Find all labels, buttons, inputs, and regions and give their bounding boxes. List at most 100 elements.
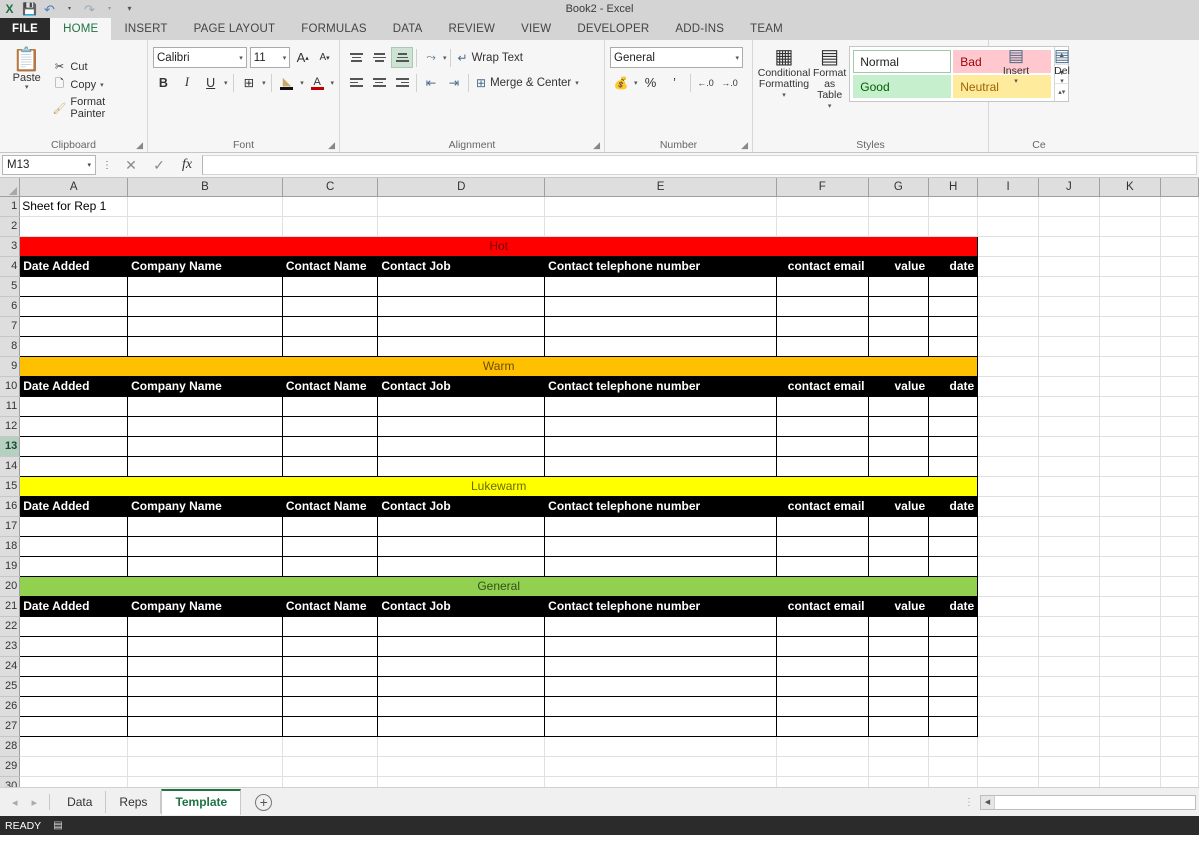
table-data-cell[interactable] — [544, 695, 777, 717]
table-data-cell[interactable] — [928, 535, 979, 557]
table-data-cell[interactable] — [377, 515, 546, 537]
table-data-cell[interactable] — [127, 395, 283, 417]
cell[interactable] — [1160, 556, 1199, 577]
table-data-cell[interactable] — [127, 675, 283, 697]
cell[interactable] — [282, 216, 379, 237]
table-data-cell[interactable] — [377, 635, 546, 657]
underline-button[interactable]: U — [200, 72, 221, 93]
table-data-cell[interactable] — [281, 715, 379, 737]
table-data-cell[interactable] — [867, 615, 930, 637]
table-data-cell[interactable] — [867, 715, 930, 737]
add-sheet-icon[interactable]: + — [255, 793, 273, 811]
table-data-cell[interactable] — [281, 675, 379, 697]
table-header-company-name[interactable]: Company Name — [127, 376, 283, 397]
paste-button[interactable]: 📋 Paste ▾ — [5, 43, 48, 137]
column-header-f[interactable]: F — [776, 178, 869, 197]
accounting-format-button[interactable]: 💰 — [610, 72, 632, 93]
table-data-cell[interactable] — [127, 555, 283, 577]
orientation-button[interactable]: ⤳ — [420, 47, 442, 68]
cell[interactable] — [1038, 456, 1100, 477]
cell[interactable] — [977, 236, 1039, 257]
tab-file[interactable]: FILE — [0, 18, 51, 40]
cell[interactable] — [282, 756, 379, 777]
table-header-contact-job[interactable]: Contact Job — [377, 376, 546, 397]
chevron-down-icon[interactable]: ▾ — [25, 83, 29, 91]
cell[interactable] — [1038, 356, 1100, 377]
cell[interactable] — [127, 736, 283, 757]
cell[interactable] — [1038, 276, 1100, 297]
cell[interactable] — [1160, 296, 1199, 317]
sheet-tab-template[interactable]: Template — [161, 789, 242, 815]
cell[interactable] — [1038, 756, 1100, 777]
cell[interactable] — [1099, 316, 1161, 337]
section-band-warm[interactable]: Warm — [19, 355, 979, 377]
tab-add-ins[interactable]: ADD-INS — [662, 18, 737, 40]
table-header-contact-email[interactable]: contact email — [776, 596, 869, 617]
table-data-cell[interactable] — [377, 675, 546, 697]
row-header-20[interactable]: 20 — [0, 576, 21, 597]
row-header-30[interactable]: 30 — [0, 776, 21, 787]
table-data-cell[interactable] — [775, 555, 869, 577]
table-data-cell[interactable] — [281, 415, 379, 437]
cell[interactable] — [377, 756, 546, 777]
cell[interactable] — [1038, 496, 1100, 517]
cell[interactable] — [1160, 536, 1199, 557]
table-data-cell[interactable] — [544, 635, 777, 657]
cell[interactable] — [1099, 516, 1161, 537]
cell[interactable] — [977, 656, 1039, 677]
table-data-cell[interactable] — [19, 315, 129, 337]
cell[interactable] — [928, 776, 979, 787]
cell[interactable] — [1160, 656, 1199, 677]
table-data-cell[interactable] — [775, 515, 869, 537]
cell[interactable] — [1038, 716, 1100, 737]
table-data-cell[interactable] — [377, 715, 546, 737]
insert-function-button[interactable]: fx — [174, 157, 200, 173]
tab-data[interactable]: DATA — [380, 18, 436, 40]
column-header-g[interactable]: G — [868, 178, 930, 197]
table-data-cell[interactable] — [281, 655, 379, 677]
cell[interactable] — [977, 696, 1039, 717]
number-format-combobox[interactable]: General ▾ — [610, 47, 743, 68]
increase-decimal-button[interactable]: ←.0 — [695, 72, 717, 93]
font-color-button[interactable]: A — [307, 72, 328, 93]
cell[interactable] — [1160, 276, 1199, 297]
cell[interactable] — [1099, 736, 1161, 757]
table-data-cell[interactable] — [19, 335, 129, 357]
table-data-cell[interactable] — [928, 295, 979, 317]
next-sheet-icon[interactable]: ▸ — [32, 796, 38, 809]
conditional-formatting-button[interactable]: ▦ Conditional Formatting ▾ — [758, 46, 811, 101]
table-data-cell[interactable] — [127, 615, 283, 637]
table-data-cell[interactable] — [775, 635, 869, 657]
table-header-contact-email[interactable]: contact email — [776, 496, 869, 517]
row-header-2[interactable]: 2 — [0, 216, 21, 237]
row-header-13[interactable]: 13 — [0, 436, 21, 457]
table-header-value[interactable]: value — [868, 376, 930, 397]
table-data-cell[interactable] — [775, 315, 869, 337]
cell[interactable] — [776, 736, 869, 757]
cell-style-good[interactable]: Good — [853, 75, 952, 98]
clipboard-dialog-launcher-icon[interactable]: ◢ — [136, 140, 143, 151]
cell[interactable] — [1099, 636, 1161, 657]
cell[interactable] — [1160, 676, 1199, 697]
cell[interactable] — [1099, 536, 1161, 557]
bold-button[interactable]: B — [153, 72, 174, 93]
chevron-down-icon[interactable]: ▾ — [87, 161, 91, 169]
tab-team[interactable]: TEAM — [737, 18, 796, 40]
table-data-cell[interactable] — [544, 315, 777, 337]
row-header-12[interactable]: 12 — [0, 416, 21, 437]
fill-color-dropdown-icon[interactable]: ▾ — [300, 79, 304, 87]
cell[interactable] — [977, 396, 1039, 417]
cell[interactable] — [19, 776, 129, 787]
cell[interactable] — [1038, 636, 1100, 657]
row-header-15[interactable]: 15 — [0, 476, 21, 497]
table-data-cell[interactable] — [544, 455, 777, 477]
table-data-cell[interactable] — [867, 335, 930, 357]
table-data-cell[interactable] — [867, 655, 930, 677]
cell[interactable] — [1038, 336, 1100, 357]
align-right-button[interactable] — [391, 72, 413, 93]
cell[interactable] — [1160, 776, 1199, 787]
table-data-cell[interactable] — [928, 655, 979, 677]
row-header-7[interactable]: 7 — [0, 316, 21, 337]
row-header-17[interactable]: 17 — [0, 516, 21, 537]
cell[interactable] — [868, 736, 930, 757]
